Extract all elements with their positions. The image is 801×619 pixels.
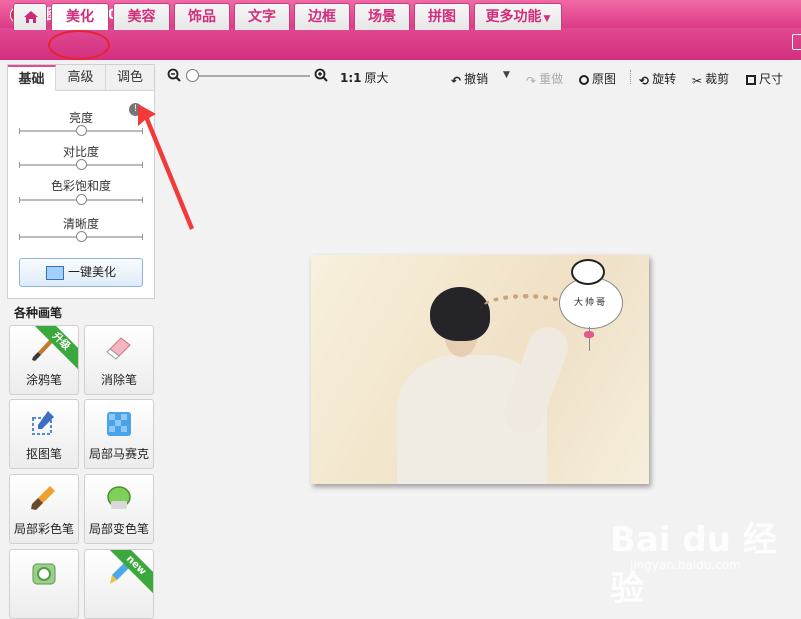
zoom-out-icon[interactable] <box>167 68 181 82</box>
auto-beautify-icon <box>45 265 64 280</box>
auto-beautify-button[interactable]: 一键美化 <box>19 258 143 287</box>
watermark-url: jingyan.baidu.com <box>630 558 741 572</box>
zoom-slider-track[interactable] <box>186 75 310 77</box>
brush-mosaic[interactable]: 局部马赛克 <box>84 399 154 469</box>
window-restore-icon[interactable] <box>792 34 801 50</box>
sticker-text: 大帅哥 <box>573 298 607 308</box>
rotate-label: 旋转 <box>652 72 677 86</box>
original-image-label: 原图 <box>592 72 617 86</box>
tab-more-label: 更多功能 <box>485 9 542 25</box>
tab-beautify[interactable]: 美化 <box>51 3 109 30</box>
zoom-slider-thumb[interactable] <box>186 69 199 82</box>
edited-photo[interactable]: 大帅哥 <box>311 255 649 484</box>
zoom-ratio: 1:1 <box>340 71 362 85</box>
original-size-button[interactable]: 1:1 原大 <box>340 69 389 86</box>
brush-doodle[interactable]: 升级 涂鸦笔 <box>9 325 79 395</box>
chevron-down-icon: ▼ <box>543 14 551 24</box>
tab-more-features[interactable]: 更多功能 ▼ <box>474 3 562 30</box>
brush-label: 抠图笔 <box>25 447 62 461</box>
undo-button[interactable]: ↶ 撤销 <box>451 70 488 88</box>
eraser-icon <box>106 337 131 360</box>
resize-label: 尺寸 <box>759 72 784 86</box>
main-tab-bar <box>0 28 801 60</box>
redo-icon: ↷ <box>526 74 537 88</box>
tab-home[interactable] <box>13 3 47 30</box>
contrast-slider-thumb[interactable] <box>75 159 87 170</box>
original-image-button[interactable]: 原图 <box>579 70 616 87</box>
sharpness-slider-thumb[interactable] <box>75 231 87 242</box>
redo-button[interactable]: ↷ 重做 <box>526 70 563 88</box>
original-image-icon <box>579 75 589 85</box>
auto-beautify-label: 一键美化 <box>67 265 116 279</box>
cutout-pen-icon <box>32 411 54 435</box>
tab-scenes[interactable]: 场景 <box>354 3 410 30</box>
brush-label: 局部马赛克 <box>88 447 149 461</box>
color-brush-icon <box>31 486 55 510</box>
subtab-basic[interactable]: 基础 <box>8 65 56 91</box>
saturation-slider-thumb[interactable] <box>75 194 87 205</box>
tab-frames[interactable]: 边框 <box>294 3 350 30</box>
mosaic-icon <box>107 412 131 436</box>
undo-dropdown-icon[interactable]: ▼ <box>503 70 510 80</box>
toolbar-divider <box>630 70 632 84</box>
baidu-watermark: Bai du 经验 jingyan.baidu.com <box>610 512 790 609</box>
brush-more-2[interactable]: new <box>84 549 154 619</box>
zoom-in-icon[interactable] <box>314 68 328 82</box>
annotation-arrow-icon <box>138 104 194 230</box>
annotation-circle <box>48 30 110 60</box>
brush-more-1[interactable] <box>9 549 79 619</box>
brush-eraser[interactable]: 消除笔 <box>84 325 154 395</box>
subtab-tone[interactable]: 调色 <box>106 65 154 91</box>
crop-button[interactable]: ✂ 裁剪 <box>692 70 729 88</box>
resize-button[interactable]: 尺寸 <box>746 70 783 87</box>
rotate-button[interactable]: ⟲ 旋转 <box>639 70 676 88</box>
crop-label: 裁剪 <box>705 72 730 86</box>
balloon-bow <box>584 331 594 338</box>
scissors-icon: ✂ <box>692 74 703 88</box>
paint-bucket-icon <box>107 486 131 509</box>
panda-sticker-icon <box>571 259 605 285</box>
redo-label: 重做 <box>539 72 564 86</box>
undo-icon: ↶ <box>451 74 462 88</box>
brightness-slider-thumb[interactable] <box>75 125 87 136</box>
resize-icon <box>746 75 756 85</box>
rotate-icon: ⟲ <box>639 74 650 88</box>
magnifier-brush-icon <box>32 563 56 585</box>
brush-label: 局部变色笔 <box>88 522 149 536</box>
brushes-section-title: 各种画笔 <box>14 306 63 320</box>
brush-partial-color[interactable]: 局部彩色笔 <box>9 474 79 544</box>
undo-label: 撤销 <box>464 72 489 86</box>
tab-collage[interactable]: 拼图 <box>414 3 470 30</box>
tab-beauty[interactable]: 美容 <box>113 3 170 30</box>
tab-accessories[interactable]: 饰品 <box>174 3 230 30</box>
brush-label: 涂鸦笔 <box>25 373 62 387</box>
brush-cutout[interactable]: 抠图笔 <box>9 399 79 469</box>
original-size-label: 原大 <box>364 71 389 85</box>
brush-label: 局部彩色笔 <box>13 522 74 536</box>
photo-braid <box>481 294 571 323</box>
brush-partial-recolor[interactable]: 局部变色笔 <box>84 474 154 544</box>
brush-label: 消除笔 <box>100 373 137 387</box>
subtab-advanced[interactable]: 高级 <box>56 65 106 91</box>
tab-text[interactable]: 文字 <box>234 3 290 30</box>
home-icon <box>24 11 38 23</box>
